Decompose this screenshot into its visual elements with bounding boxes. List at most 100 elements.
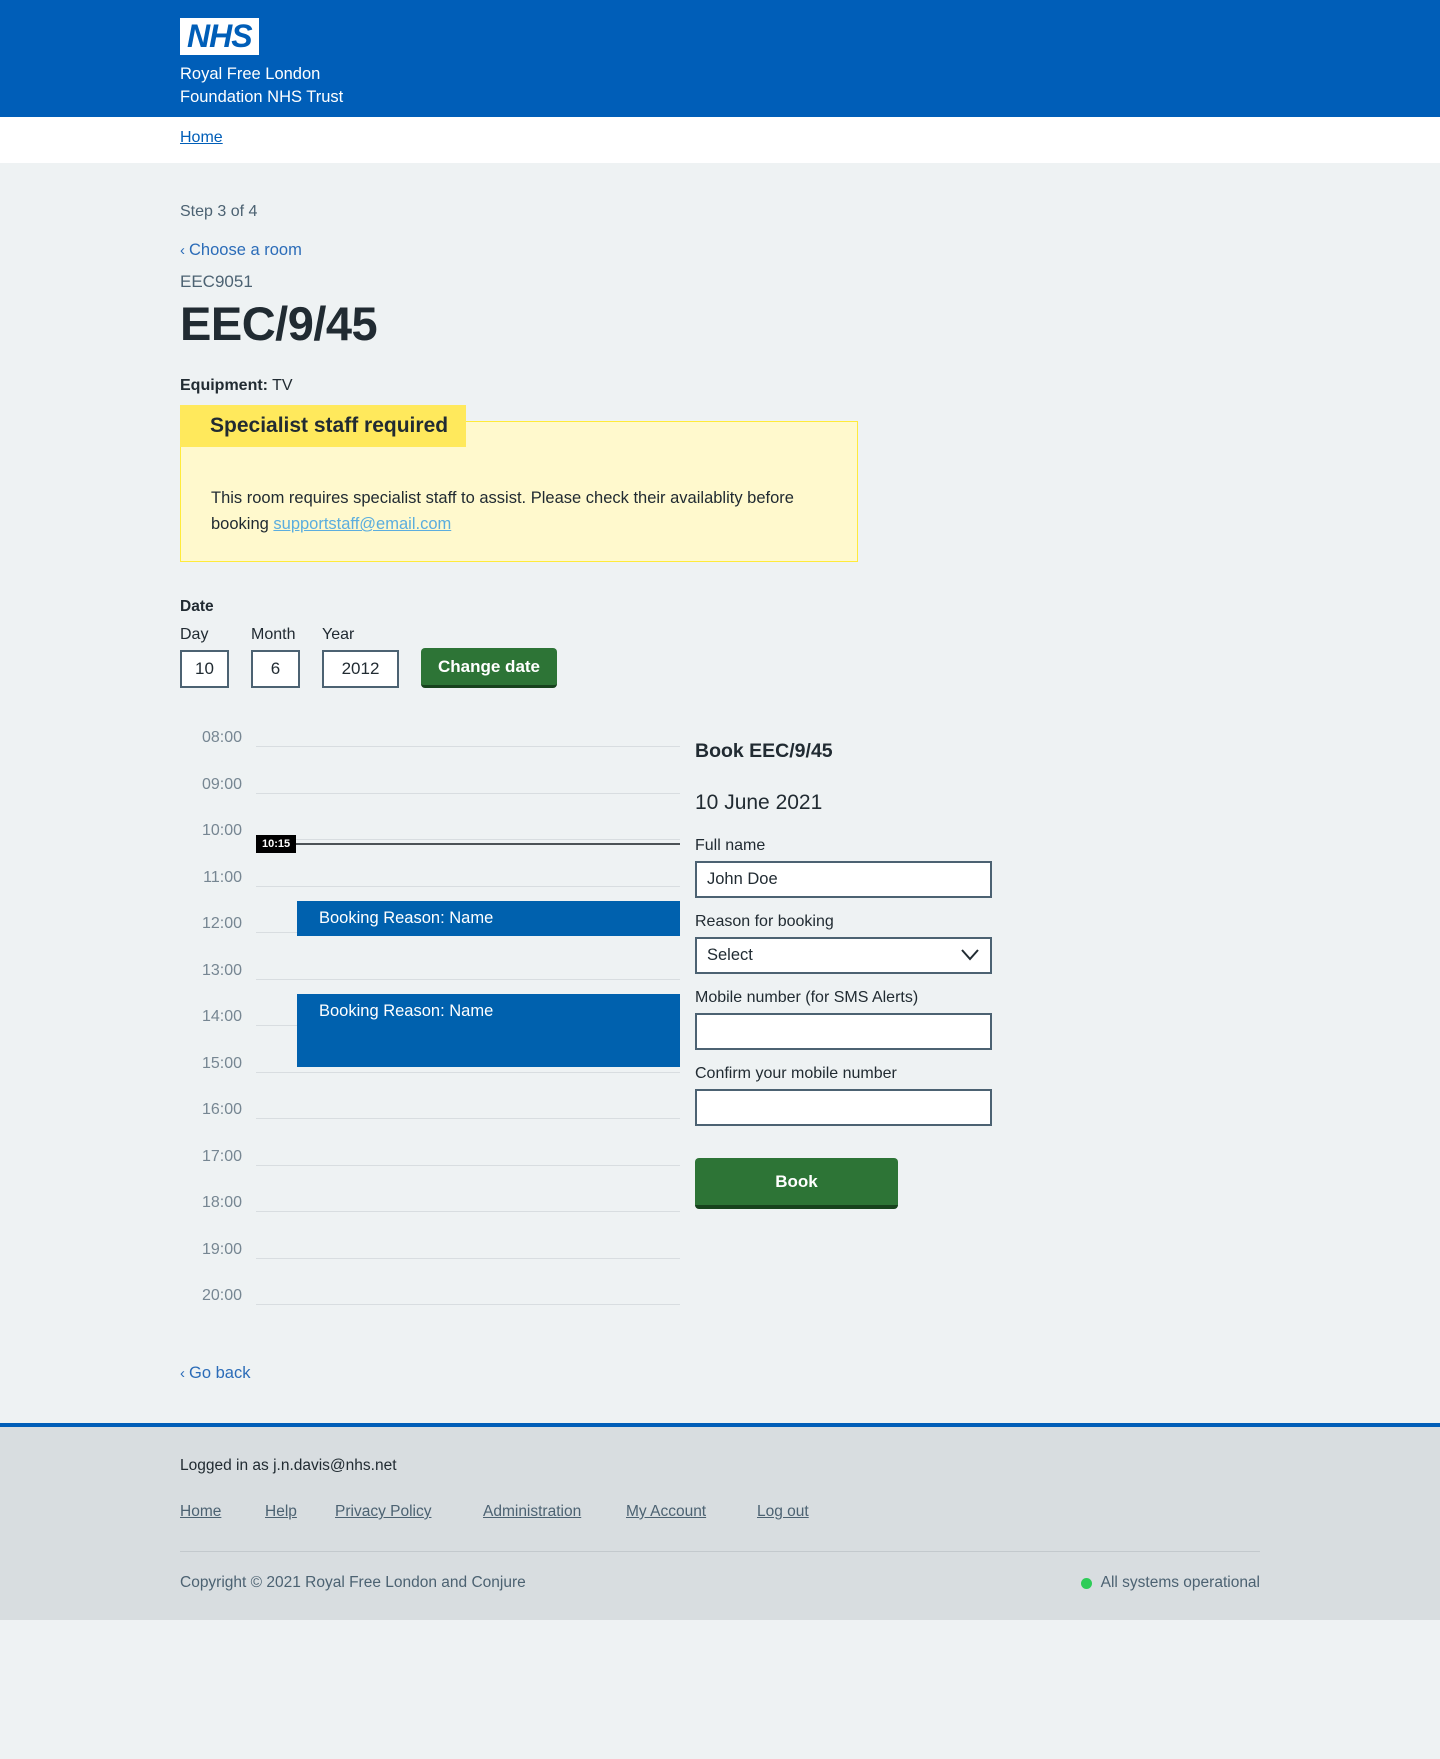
trust-name-line-2: Foundation NHS Trust [180,88,344,106]
timeline-hour-line [256,978,680,980]
day-field-group: Day [180,626,229,688]
logged-in-status: Logged in as j.n.davis@nhs.net [180,1457,397,1474]
year-input[interactable] [322,650,399,688]
timeline-hour-row: 20:00 [180,1287,680,1305]
nhs-logo[interactable]: NHS [180,18,259,55]
timeline-hour-line [256,1118,680,1119]
booking-block-label: Booking Reason: Name [319,1001,494,1020]
timeline-hour-row: 18:00 [180,1194,680,1212]
timeline-hour-row: 11:00 [180,869,680,887]
footer-link-home[interactable]: Home [180,1503,221,1520]
day-label: Day [180,626,209,643]
status-dot-icon [1080,1577,1092,1589]
footer-link-administration[interactable]: Administration [483,1503,581,1520]
footer-link-help[interactable]: Help [265,1503,297,1520]
timeline-hour-label: 15:00 [201,1054,242,1072]
main-content: Step 3 of 4 ‹ Choose a room EEC9051 EEC/9… [180,163,1260,1423]
timeline-hour-row: 10:00 [180,822,680,840]
go-back-link[interactable]: ‹ Go back [180,1364,250,1383]
day-input[interactable] [180,650,229,688]
reason-select-wrap [695,937,992,974]
timeline-hour-line [256,792,680,794]
choose-a-room-back-link[interactable]: ‹ Choose a room [180,241,302,260]
trust-name: Royal Free London Foundation NHS Trust [180,63,1260,109]
choose-a-room-label: Choose a room [189,241,302,259]
timeline-hour-label: 09:00 [201,775,242,793]
date-section-label: Date [180,598,214,615]
trust-name-line-1: Royal Free London [180,65,321,83]
month-input[interactable] [251,650,300,688]
change-date-button[interactable]: Change date [421,648,558,688]
full-name-input[interactable] [695,861,992,898]
current-time-marker: 10:15 [256,834,680,853]
timeline-hour-row: 17:00 [180,1148,680,1166]
footer-link-privacy-policy[interactable]: Privacy Policy [335,1503,431,1520]
system-status: All systems operational [1080,1574,1260,1592]
timeline-hour-label: 12:00 [201,915,242,932]
confirm-mobile-number-input[interactable] [695,1089,992,1126]
step-indicator: Step 3 of 4 [180,203,258,220]
timeline-hour-line [256,839,680,840]
mobile-number-label: Mobile number (for SMS Alerts) [695,989,919,1006]
timeline-hour-row: 13:00 [180,962,680,980]
timeline-hour-line [256,1071,680,1073]
booking-form-column: Book EEC/9/45 10 June 2021 Full name Rea… [695,722,1025,1383]
timeline-hour-label: 19:00 [201,1240,242,1258]
timeline-hour-label: 20:00 [201,1287,242,1304]
booking-block[interactable]: Booking Reason: Name [297,900,680,936]
timeline-hour-line [256,1304,680,1305]
booking-block[interactable]: Booking Reason: Name [297,993,680,1068]
timeline-column: 08:00 09:00 10:00 11:00 12:00 13:00 14:00 15:00… [180,722,680,1383]
confirm-mobile-number-label: Confirm your mobile number [695,1065,897,1082]
go-back-label: Go back [189,1364,251,1382]
timeline-hour-label: 13:00 [201,961,242,979]
room-code: EEC9051 [180,272,253,291]
footer-link-log-out[interactable]: Log out [757,1503,809,1520]
mobile-number-input[interactable] [695,1013,992,1050]
equipment-value: TV [272,377,293,394]
footer-nav: Home Help Privacy Policy Administration My A… [180,1503,1260,1521]
specialist-staff-warning-card: Specialist staff required This room requ… [180,405,858,562]
primary-nav: Home [0,117,1440,163]
timeline-hour-row: 09:00 [180,776,680,794]
support-email-link[interactable]: supportstaff@email.com [273,515,451,533]
timeline-hour-label: 17:00 [201,1147,242,1165]
copyright-text: Copyright © 2021 Royal Free London and C… [180,1574,526,1591]
timeline-hour-label: 08:00 [201,729,242,746]
reason-label: Reason for booking [695,913,834,930]
site-header: NHS Royal Free London Foundation NHS Tru… [0,0,1440,117]
timeline-hour-row: 19:00 [180,1241,680,1259]
page-title: EEC/9/45 [180,297,378,350]
timeline-hour-label: 10:00 [201,822,242,839]
timeline-hour-line [256,885,680,887]
full-name-label: Full name [695,837,766,854]
timeline-hour-row: 16:00 [180,1101,680,1119]
site-footer: Logged in as j.n.davis@nhs.net Home Help P… [0,1423,1440,1620]
timeline-hour-label: 11:00 [203,868,242,886]
booking-form-title: Book EEC/9/45 [695,740,833,762]
timeline-hour-line [256,1211,680,1212]
chevron-left-icon: ‹ [180,1365,185,1382]
equipment-line: Equipment: TV [180,377,1260,395]
timeline-hour-line [256,1164,680,1166]
timeline-hour-line [256,746,680,747]
system-status-label: All systems operational [1100,1574,1260,1591]
month-field-group: Month [251,626,300,688]
timeline-hour-label: 16:00 [201,1101,242,1118]
month-label: Month [251,626,296,643]
chevron-left-icon: ‹ [180,242,185,259]
footer-link-my-account[interactable]: My Account [626,1503,706,1520]
equipment-label: Equipment: [180,377,268,394]
date-picker-row: Day Month Year Change date [180,626,1260,688]
day-timeline[interactable]: 08:00 09:00 10:00 11:00 12:00 13:00 14:00 15:00… [180,722,680,1322]
timeline-hour-line [256,1257,680,1259]
reason-select[interactable] [695,937,992,974]
timeline-hour-row: 08:00 [180,729,680,747]
year-field-group: Year [322,626,399,688]
warning-heading: Specialist staff required [180,405,467,447]
booking-form-date: 10 June 2021 [695,791,823,814]
timeline-hour-label: 18:00 [201,1194,242,1211]
nav-link-home[interactable]: Home [180,129,223,146]
footer-divider [180,1551,1260,1552]
book-button[interactable]: Book [695,1158,898,1209]
